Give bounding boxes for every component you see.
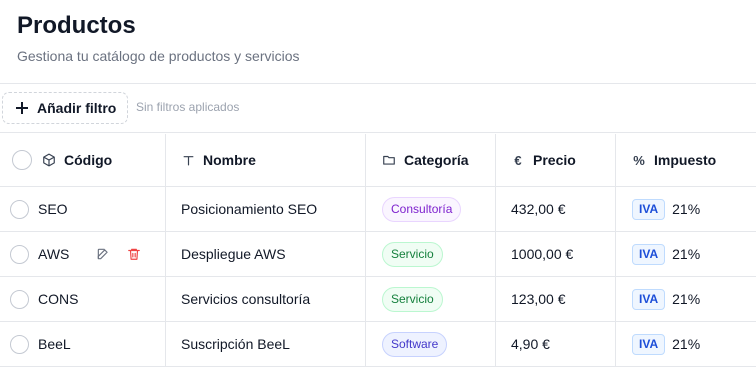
page-header: Productos Gestiona tu catálogo de produc…	[0, 0, 756, 84]
column-header-tax-label: Impuesto	[654, 152, 717, 168]
cell-category: Servicio	[366, 232, 496, 276]
column-header-name[interactable]: Nombre	[166, 134, 366, 186]
table-row[interactable]: AWS Despliegue AWS Servicio 1000,00 € IV…	[0, 232, 756, 277]
cell-name: Suscripción BeeL	[166, 322, 366, 366]
trash-icon[interactable]	[127, 247, 141, 261]
cell-name: Posicionamiento SEO	[166, 187, 366, 231]
cell-code: CONS	[0, 277, 166, 321]
category-badge: Consultoría	[382, 196, 462, 222]
cell-name: Despliegue AWS	[166, 232, 366, 276]
column-header-tax[interactable]: % Impuesto	[616, 134, 756, 186]
row-checkbox[interactable]	[10, 289, 29, 309]
tax-badge: IVA	[632, 198, 666, 220]
tax-badge: IVA	[632, 243, 666, 265]
tax-badge: IVA	[632, 333, 666, 355]
table-row[interactable]: CONS Servicios consultoría Servicio 123,…	[0, 277, 756, 322]
product-name: Posicionamiento SEO	[181, 201, 318, 217]
cell-category: Software	[366, 322, 496, 366]
edit-icon[interactable]	[96, 247, 110, 261]
cell-category: Consultoría	[366, 187, 496, 231]
column-header-category-label: Categoría	[404, 152, 469, 168]
cell-code: SEO	[0, 187, 166, 231]
page-title: Productos	[17, 12, 136, 39]
page-subtitle: Gestiona tu catálogo de productos y serv…	[17, 48, 300, 64]
category-badge: Servicio	[382, 286, 443, 312]
folder-icon	[382, 153, 396, 167]
cell-price: 1000,00 €	[496, 232, 616, 276]
table-row[interactable]: SEO Posicionamiento SEO Consultoría 432,…	[0, 187, 756, 232]
cell-code: BeeL	[0, 322, 166, 366]
category-badge: Software	[382, 331, 448, 357]
product-code: CONS	[38, 291, 79, 307]
column-header-category[interactable]: Categoría	[366, 134, 496, 186]
product-name: Servicios consultoría	[181, 291, 311, 307]
product-price: 123,00 €	[511, 291, 566, 307]
product-price: 1000,00 €	[511, 246, 574, 262]
add-filter-label: Añadir filtro	[37, 100, 117, 116]
product-name: Despliegue AWS	[181, 246, 286, 262]
column-header-name-label: Nombre	[203, 152, 256, 168]
products-table: Código Nombre Categoría € Precio % Impue…	[0, 134, 756, 367]
cell-name: Servicios consultoría	[166, 277, 366, 321]
table-row[interactable]: BeeL Suscripción BeeL Software 4,90 € IV…	[0, 322, 756, 367]
cell-price: 432,00 €	[496, 187, 616, 231]
column-header-code[interactable]: Código	[0, 134, 166, 186]
cell-price: 123,00 €	[496, 277, 616, 321]
table-header-row: Código Nombre Categoría € Precio % Impue…	[0, 134, 756, 187]
percent-icon: %	[633, 152, 645, 168]
euro-icon: €	[514, 152, 522, 168]
add-filter-button[interactable]: Añadir filtro	[2, 92, 128, 124]
product-price: 432,00 €	[511, 201, 566, 217]
box-icon	[42, 153, 56, 167]
row-actions	[96, 247, 141, 261]
tax-badge: IVA	[632, 288, 666, 310]
product-price: 4,90 €	[511, 336, 550, 352]
filter-status: Sin filtros aplicados	[136, 100, 240, 114]
cell-price: 4,90 €	[496, 322, 616, 366]
cell-tax: IVA 21%	[616, 277, 756, 321]
select-all-checkbox[interactable]	[12, 150, 32, 170]
cell-category: Servicio	[366, 277, 496, 321]
cell-tax: IVA 21%	[616, 322, 756, 366]
cell-tax: IVA 21%	[616, 187, 756, 231]
row-checkbox[interactable]	[10, 199, 29, 219]
plus-icon	[16, 102, 28, 114]
row-checkbox[interactable]	[10, 334, 29, 354]
product-code: BeeL	[38, 336, 71, 352]
filter-bar: Añadir filtro Sin filtros aplicados	[0, 84, 756, 133]
cell-code: AWS	[0, 232, 166, 276]
row-checkbox[interactable]	[10, 244, 29, 264]
column-header-price[interactable]: € Precio	[496, 134, 616, 186]
product-name: Suscripción BeeL	[181, 336, 290, 352]
column-header-code-label: Código	[64, 152, 113, 168]
tax-rate: 21%	[672, 246, 701, 262]
product-code: SEO	[38, 201, 68, 217]
tax-rate: 21%	[672, 336, 701, 352]
tax-rate: 21%	[672, 201, 701, 217]
text-icon	[181, 153, 195, 167]
cell-tax: IVA 21%	[616, 232, 756, 276]
category-badge: Servicio	[382, 241, 443, 267]
product-code: AWS	[38, 246, 70, 262]
column-header-price-label: Precio	[533, 152, 576, 168]
tax-rate: 21%	[672, 291, 701, 307]
